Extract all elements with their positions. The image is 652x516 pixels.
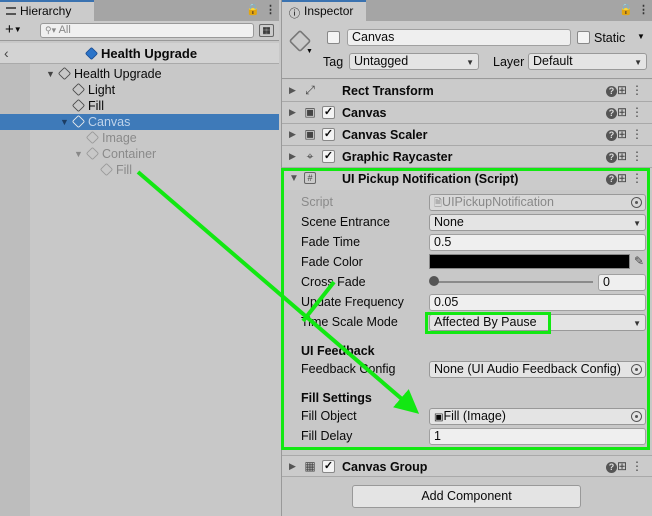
annotation-arrow xyxy=(136,170,420,414)
annotation-arrows xyxy=(136,170,420,414)
annotation-arrow-overlap xyxy=(301,280,336,323)
